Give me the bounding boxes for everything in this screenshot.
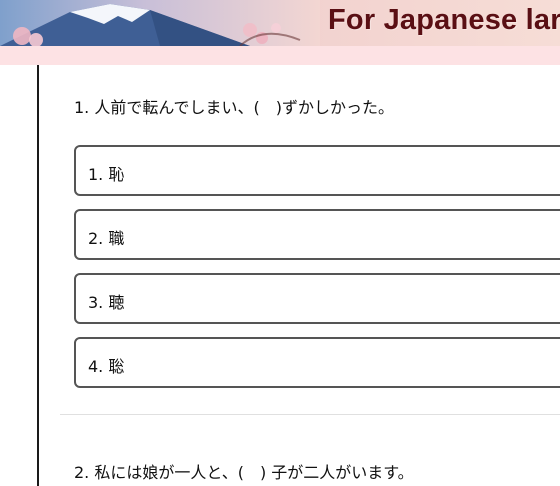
header-divider-band (0, 46, 560, 65)
option-label: 4. 聡 (88, 357, 125, 376)
option-label: 2. 職 (88, 229, 125, 248)
question-1-option-1[interactable]: 1. 恥 (74, 145, 560, 196)
option-label: 3. 聴 (88, 293, 125, 312)
question-2-text: 2. 私には娘が一人と、( ) 子が二人がいます。 (74, 463, 414, 482)
option-label: 1. 恥 (88, 165, 125, 184)
question-divider (60, 414, 560, 415)
header-banner: For Japanese lar (0, 0, 560, 46)
content-left-border (37, 65, 39, 486)
question-1-option-3[interactable]: 3. 聴 (74, 273, 560, 324)
question-1-text: 1. 人前で転んでしまい、( )ずかしかった。 (74, 98, 395, 117)
question-1-option-2[interactable]: 2. 職 (74, 209, 560, 260)
site-title: For Japanese lar (328, 4, 560, 36)
question-1-option-4[interactable]: 4. 聡 (74, 337, 560, 388)
